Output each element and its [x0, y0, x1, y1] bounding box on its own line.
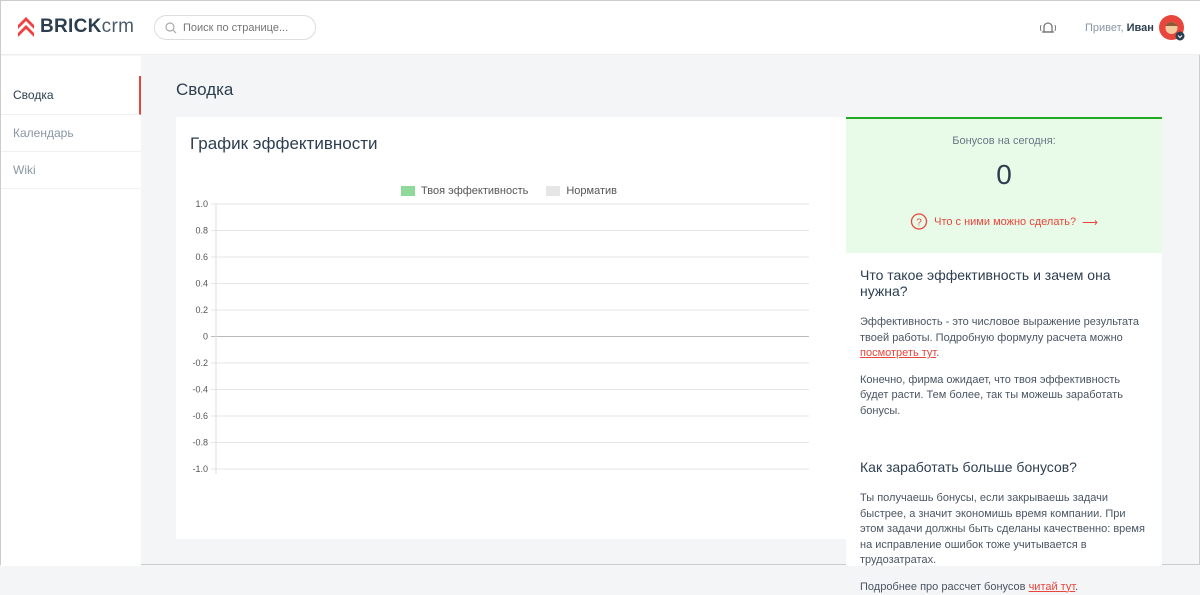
y-tick-label: -0.6 [192, 411, 208, 421]
text: . [1075, 581, 1078, 593]
y-tick-label: -1.0 [192, 464, 208, 474]
bonus-calc-link[interactable]: читай тут [1029, 581, 1076, 593]
text: . [936, 347, 939, 359]
page-title: Сводка [176, 80, 233, 100]
search-input[interactable] [183, 22, 303, 34]
greeting: Привет, Иван [1085, 22, 1154, 34]
info-paragraph: Эффективность - это числовое выражение р… [860, 315, 1148, 362]
chart-plot: 1.0 0.8 0.6 0.4 0.2 0 -0.2 -0.4 -0.6 -0.8 -1.0 [176, 117, 846, 497]
logo-chevrons-icon [18, 16, 34, 38]
logo-bold: BRICK [40, 16, 102, 37]
logo[interactable]: BRICKcrm [18, 16, 134, 38]
arrow-right-icon: ⟶ [1082, 216, 1098, 229]
search-icon [165, 22, 177, 34]
sidebar-item-wiki[interactable]: Wiki [1, 152, 141, 189]
search-box[interactable] [154, 15, 316, 40]
y-tick-label: -0.2 [192, 358, 208, 368]
bonus-help-text: Что с ними можно сделать? [934, 216, 1076, 228]
y-tick-label: 0.4 [195, 279, 208, 289]
efficiency-chart-card: График эффективности Твоя эффективность … [176, 117, 846, 539]
sidebar-item-calendar[interactable]: Календарь [1, 115, 141, 152]
info-paragraph: Ты получаешь бонусы, если закрываешь зад… [860, 491, 1148, 569]
bonus-value: 0 [846, 159, 1162, 191]
y-tick-label: 0.8 [195, 226, 208, 236]
sidebar-item-summary[interactable]: Сводка [1, 76, 141, 115]
text: Подробнее про рассчет бонусов [860, 581, 1029, 593]
bonus-panel: Бонусов на сегодня: 0 ? Что с ними можно… [846, 117, 1162, 566]
y-tick-label: 0.2 [195, 305, 208, 315]
y-tick-label: -0.4 [192, 385, 208, 395]
notification-bell-icon[interactable] [1038, 18, 1058, 38]
y-tick-label: 1.0 [195, 199, 208, 209]
formula-link[interactable]: посмотреть тут [860, 347, 936, 359]
info-section: Что такое эффективность и зачем она нужн… [846, 267, 1162, 595]
bonus-help-link[interactable]: ? Что с ними можно сделать? ⟶ [846, 213, 1162, 231]
sidebar: Сводка Календарь Wiki [1, 56, 141, 566]
bonus-box: Бонусов на сегодня: 0 ? Что с ними можно… [846, 117, 1162, 253]
info-paragraph: Конечно, фирма ожидает, что твоя эффекти… [860, 373, 1148, 420]
y-tick-label: -0.8 [192, 438, 208, 448]
user-name: Иван [1127, 22, 1154, 34]
avatar[interactable] [1159, 15, 1184, 40]
info-heading-efficiency: Что такое эффективность и зачем она нужн… [860, 267, 1148, 299]
question-bubble-icon: ? [910, 213, 928, 231]
bonus-label: Бонусов на сегодня: [846, 119, 1162, 147]
user-avatar-icon [1159, 15, 1186, 42]
text: Эффективность - это числовое выражение р… [860, 316, 1139, 344]
y-tick-label: 0.6 [195, 252, 208, 262]
header: BRICKcrm Привет, Иван [1, 1, 1200, 55]
y-tick-label: 0 [203, 332, 208, 342]
svg-text:?: ? [916, 218, 922, 229]
logo-light: crm [102, 16, 135, 37]
greeting-text: Привет, [1085, 22, 1124, 34]
info-paragraph: Подробнее про рассчет бонусов читай тут. [860, 580, 1148, 595]
info-heading-bonuses: Как заработать больше бонусов? [860, 459, 1148, 475]
